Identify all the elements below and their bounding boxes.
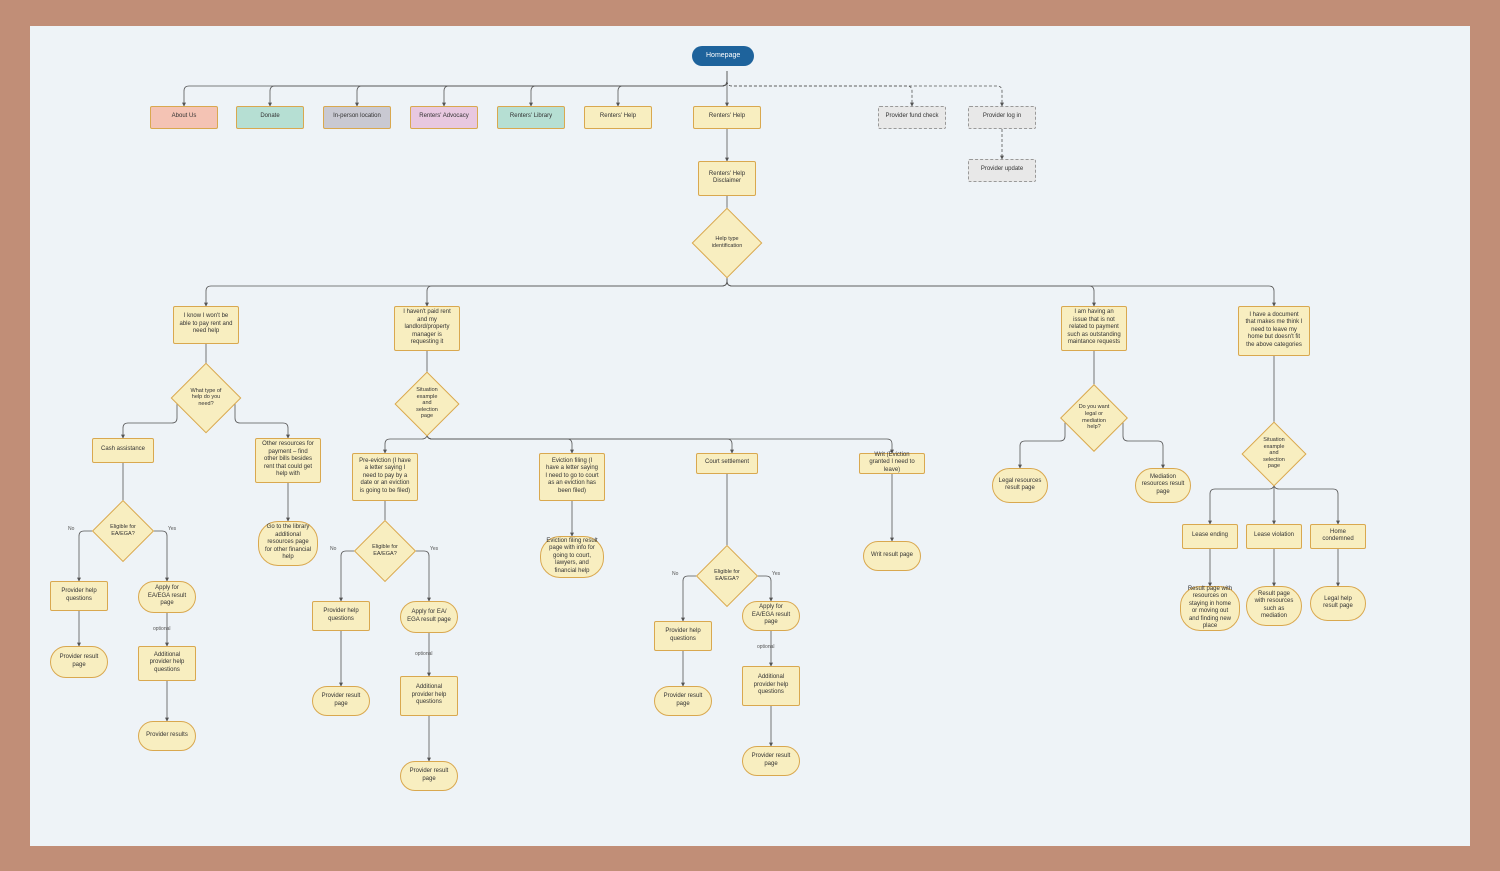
b1-phq: Provider help questions (50, 581, 108, 611)
b3-start: I am having an issue that is not related… (1061, 306, 1127, 351)
b2-addq1: Additional provider help questions (400, 676, 458, 716)
node-disclaimer: Renters' Help Disclaimer (698, 161, 756, 196)
b2-2-yes: Yes (772, 571, 780, 577)
b2-prp4: Provider result page (742, 746, 800, 776)
b2-addq2: Additional provider help questions (742, 666, 800, 706)
b2-prp1: Provider result page (312, 686, 370, 716)
node-provider-fund-check: Provider fund check (878, 106, 946, 129)
node-donate: Donate (236, 106, 304, 129)
b1-what-type: What type of help do you need? (181, 373, 231, 423)
b4-r3: Legal help result page (1310, 586, 1366, 621)
b2-1-yes: Yes (430, 546, 438, 552)
b1-addq: Additional provider help questions (138, 646, 196, 681)
node-homepage: Homepage (692, 46, 754, 67)
b4-cond: Home condemned (1310, 524, 1366, 549)
node-renters-help2: Renters' Help (693, 106, 761, 129)
b2-prp3: Provider result page (654, 686, 712, 716)
b4-lease: Lease ending (1182, 524, 1238, 549)
b4-r2: Result page with resources such as media… (1246, 586, 1302, 626)
b2-writ: Writ (Eviction granted I need to leave) (859, 453, 925, 474)
b2-1-no: No (330, 546, 336, 552)
b2-1-opt: optional (415, 651, 433, 657)
b1-eligible: Eligible for EA/EGA? (101, 509, 145, 553)
node-provider-login: Provider log in (968, 106, 1036, 129)
b4-r1: Result page with resources on staying in… (1180, 586, 1240, 631)
b1-lib-page: Go to the library additional resources p… (258, 521, 318, 566)
b1-prp: Provider result page (50, 646, 108, 678)
node-in-person-location: In-person location (323, 106, 391, 129)
b2-apply1: Apply for EA/ EGA result page (400, 601, 458, 633)
b2-elig1: Eligible for EA/EGA? (363, 529, 407, 573)
b2-evf-res: Eviction filing result page with info fo… (540, 536, 604, 578)
b2-2-no: No (672, 571, 678, 577)
b2-apply2: Apply for EA/EGA result page (742, 601, 800, 631)
node-about-us: About Us (150, 106, 218, 129)
b1-no: No (68, 526, 74, 532)
b1-yes: Yes (168, 526, 176, 532)
b2-phq2: Provider help questions (654, 621, 712, 651)
node-renters-advocacy: Renters' Advocacy (410, 106, 478, 129)
b2-start: I haven't paid rent and my landlord/prop… (394, 306, 460, 351)
b2-court: Court settlement (696, 453, 758, 474)
b2-sit: Situation example and selection page (404, 381, 450, 427)
b3-q: Do you want legal or mediation help? (1070, 394, 1118, 442)
b2-elig2: Eligible for EA/EGA? (705, 554, 749, 598)
b1-cash: Cash assistance (92, 438, 154, 463)
b1-pr: Provider results (138, 721, 196, 751)
b2-2-opt: optional (757, 644, 775, 650)
b2-prp2: Provider result page (400, 761, 458, 791)
b4-start: I have a document that makes me think I … (1238, 306, 1310, 356)
b3-legal: Legal resources result page (992, 468, 1048, 503)
b4-viol: Lease violation (1246, 524, 1302, 549)
b1-apply: Apply for EA/EGA result page (138, 581, 196, 613)
b2-phq1: Provider help questions (312, 601, 370, 631)
b2-evf: Eviction filing (I have a letter saying … (539, 453, 605, 501)
node-renters-library: Renters' Library (497, 106, 565, 129)
flowchart-canvas: Homepage About Us Donate In-person locat… (30, 26, 1470, 846)
node-renters-help: Renters' Help (584, 106, 652, 129)
b1-opt: optional (153, 626, 171, 632)
node-provider-update: Provider update (968, 159, 1036, 182)
b1-other: Other resources for payment – find other… (255, 438, 321, 483)
decision-help-type: Help type identification (702, 218, 752, 268)
b3-med: Mediation resources result page (1135, 468, 1191, 503)
b2-writ-res: Writ result page (863, 541, 921, 571)
b4-sit: Situation example and selection page (1251, 431, 1297, 477)
b2-pre: Pre-eviction (I have a letter saying I n… (352, 453, 418, 501)
b1-start: I know I won't be able to pay rent and n… (173, 306, 239, 344)
